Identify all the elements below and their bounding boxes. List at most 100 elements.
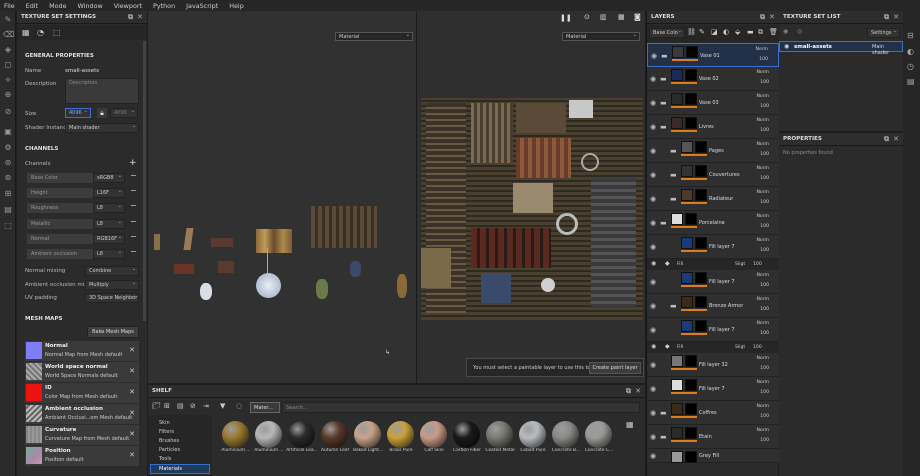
settings-icon[interactable]: ⚙ — [3, 143, 13, 153]
smudge-icon[interactable]: ⟡ — [3, 75, 13, 85]
material-preview[interactable] — [222, 421, 249, 448]
layer-row[interactable]: ◉ Fill layer 7 Norm 100 — [647, 235, 779, 259]
layer-opacity[interactable]: 100 — [760, 104, 769, 109]
material-preview[interactable] — [453, 421, 480, 448]
refresh-icon[interactable]: ◌ — [236, 402, 242, 410]
folder-icon[interactable]: ▬ — [660, 99, 667, 107]
fill-effect-row[interactable]: ◉ ◆ Fill Sligt 100 — [647, 342, 779, 353]
size-width-select[interactable]: 4096 — [65, 107, 91, 118]
grid-view-icon[interactable]: ▦ — [626, 420, 634, 429]
mesh-map-curvature[interactable]: Curvature Curvature Map from Mesh defaul… — [25, 425, 139, 445]
eye-icon[interactable]: ◉ — [650, 147, 656, 155]
layer-blend-mode[interactable]: Norm — [756, 94, 769, 99]
material-preview[interactable] — [387, 421, 414, 448]
clone-icon[interactable]: ⊕ — [3, 90, 13, 100]
material-preview[interactable] — [420, 421, 447, 448]
eye-icon[interactable]: ◉ — [650, 433, 656, 441]
undock-icon[interactable]: ⧉ — [760, 11, 765, 24]
ao-mixing-select[interactable]: Multiply — [85, 279, 139, 290]
mesh-map-world-space-normal[interactable]: World space normal World Space Normals d… — [25, 362, 139, 382]
material-preview[interactable] — [354, 421, 381, 448]
export-icon[interactable]: ⬚ — [3, 221, 13, 231]
add-mask-icon[interactable]: ◐ — [723, 28, 729, 36]
close-icon[interactable]: ✕ — [129, 388, 135, 396]
layer-row[interactable]: ◉ ▬ Etain Norm 100 — [647, 425, 779, 449]
remove-channel-button[interactable]: − — [130, 171, 137, 180]
polygon-fill-icon[interactable]: ▣ — [3, 127, 13, 137]
texture-set-item[interactable]: ◉ small-assets Main shader — [779, 41, 903, 56]
menu-edit[interactable]: Edit — [26, 2, 38, 10]
close-icon[interactable]: ✕ — [129, 430, 135, 438]
folder-icon[interactable]: ▬ — [670, 171, 677, 179]
import-icon[interactable]: ▤ — [177, 402, 184, 410]
mesh-map-position[interactable]: Position Position default ✕ — [25, 446, 139, 466]
layer-blend-mode[interactable]: Norm — [756, 70, 769, 75]
menu-window[interactable]: Window — [78, 2, 103, 10]
shelf-category-particles[interactable]: Particles — [159, 447, 180, 453]
channel-select[interactable]: Base Colo — [649, 27, 685, 38]
channel-format-select[interactable]: L16F — [93, 187, 125, 198]
fill-effect-row[interactable]: ◉ ◆ Fill Sligt 100 — [647, 259, 779, 270]
material-preview[interactable] — [486, 421, 513, 448]
remove-channel-button[interactable]: − — [130, 217, 137, 226]
layer-opacity[interactable]: 100 — [760, 128, 769, 133]
layer-opacity[interactable]: 100 — [760, 152, 769, 157]
layer-blend-mode[interactable]: Norm — [756, 321, 769, 326]
mesh-map-ambient-occlusion[interactable]: Ambient occlusion Ambient Occlusi...om M… — [25, 404, 139, 424]
layer-blend-mode[interactable]: Norm — [756, 380, 769, 385]
undock-icon[interactable]: ⧉ — [626, 385, 631, 398]
folder-icon[interactable]: ▬ — [670, 302, 677, 310]
link-icon[interactable]: ⛓︎ — [687, 28, 696, 36]
filter-tag[interactable]: Mater... — [250, 402, 280, 413]
screenshot-icon[interactable]: ◙ — [634, 13, 641, 21]
layer-opacity[interactable]: 100 — [760, 80, 769, 85]
effect-opacity[interactable]: 100 — [753, 262, 762, 267]
shelf-search-input[interactable]: Search... — [282, 402, 640, 413]
menu-viewport[interactable]: Viewport — [114, 2, 142, 10]
folder-icon[interactable]: ▬ — [660, 433, 667, 441]
folder-icon[interactable]: ▬ — [660, 219, 667, 227]
channel-format-select[interactable]: RGB16F — [93, 233, 125, 244]
add-channel-button[interactable]: + — [129, 158, 137, 168]
delete-icon[interactable]: 🗑︎ — [769, 28, 778, 36]
channel-format-select[interactable]: L8 — [93, 202, 125, 213]
layer-row[interactable]: ◉ ▬ Livres Norm 100 — [647, 115, 779, 139]
eye-icon[interactable]: ◉ — [651, 343, 656, 350]
eye-icon[interactable]: ◉ — [651, 52, 657, 60]
layer-opacity[interactable]: 100 — [760, 200, 769, 205]
shelf-category-skin[interactable]: Skin — [159, 420, 170, 426]
layer-opacity[interactable]: 100 — [760, 414, 769, 419]
eye-icon[interactable]: ◉ — [650, 409, 656, 417]
history-icon[interactable]: ◷ — [907, 62, 914, 71]
folder-icon[interactable]: ▬ — [670, 147, 677, 155]
paint-brush-icon[interactable]: ✎ — [3, 15, 13, 25]
eye-icon[interactable]: ◉ — [650, 326, 656, 334]
description-field[interactable]: Description — [65, 78, 139, 104]
undock-icon[interactable]: ⧉ — [884, 11, 889, 24]
layer-opacity[interactable]: 100 — [759, 57, 768, 62]
menu-file[interactable]: File — [4, 2, 15, 10]
eye-icon[interactable]: ◉ — [650, 243, 656, 251]
create-paint-layer-button[interactable]: Create paint layer — [589, 362, 641, 374]
layer-row[interactable]: ◉ Fill layer 7 Norm 100 — [647, 377, 779, 401]
material-preview[interactable] — [552, 421, 579, 448]
layer-row[interactable]: ◉ Fill layer 32 Norm 100 — [647, 353, 779, 377]
close-icon[interactable]: ✕ — [137, 11, 143, 24]
layer-blend-mode[interactable]: Norm — [756, 214, 769, 219]
folder-icon[interactable]: ▬ — [661, 52, 668, 60]
lock-icon[interactable]: 🔒︎ — [97, 108, 107, 118]
material-preview[interactable] — [519, 421, 546, 448]
layer-opacity[interactable]: 100 — [760, 307, 769, 312]
layer-row[interactable]: ◉ ▬ Pages Norm 100 — [647, 139, 779, 163]
mesh-map-id[interactable]: ID Color Map from Mesh default ✕ — [25, 383, 139, 403]
close-icon[interactable]: ✕ — [129, 367, 135, 375]
display-settings-icon[interactable]: ⊛ — [3, 173, 13, 183]
eye-icon[interactable]: ◉ — [650, 171, 656, 179]
shelf-category-materials[interactable]: Materials — [159, 466, 182, 472]
duplicate-icon[interactable]: ⧉ — [758, 28, 763, 37]
layer-row[interactable]: ◉ Fill layer 7 Norm 100 — [647, 270, 779, 294]
layer-blend-mode[interactable]: Norm — [756, 190, 769, 195]
layer-blend-mode[interactable]: Norm — [756, 428, 769, 433]
layer-blend-mode[interactable]: Norm — [756, 238, 769, 243]
add-fill-layer-icon[interactable]: ◪ — [711, 28, 718, 36]
